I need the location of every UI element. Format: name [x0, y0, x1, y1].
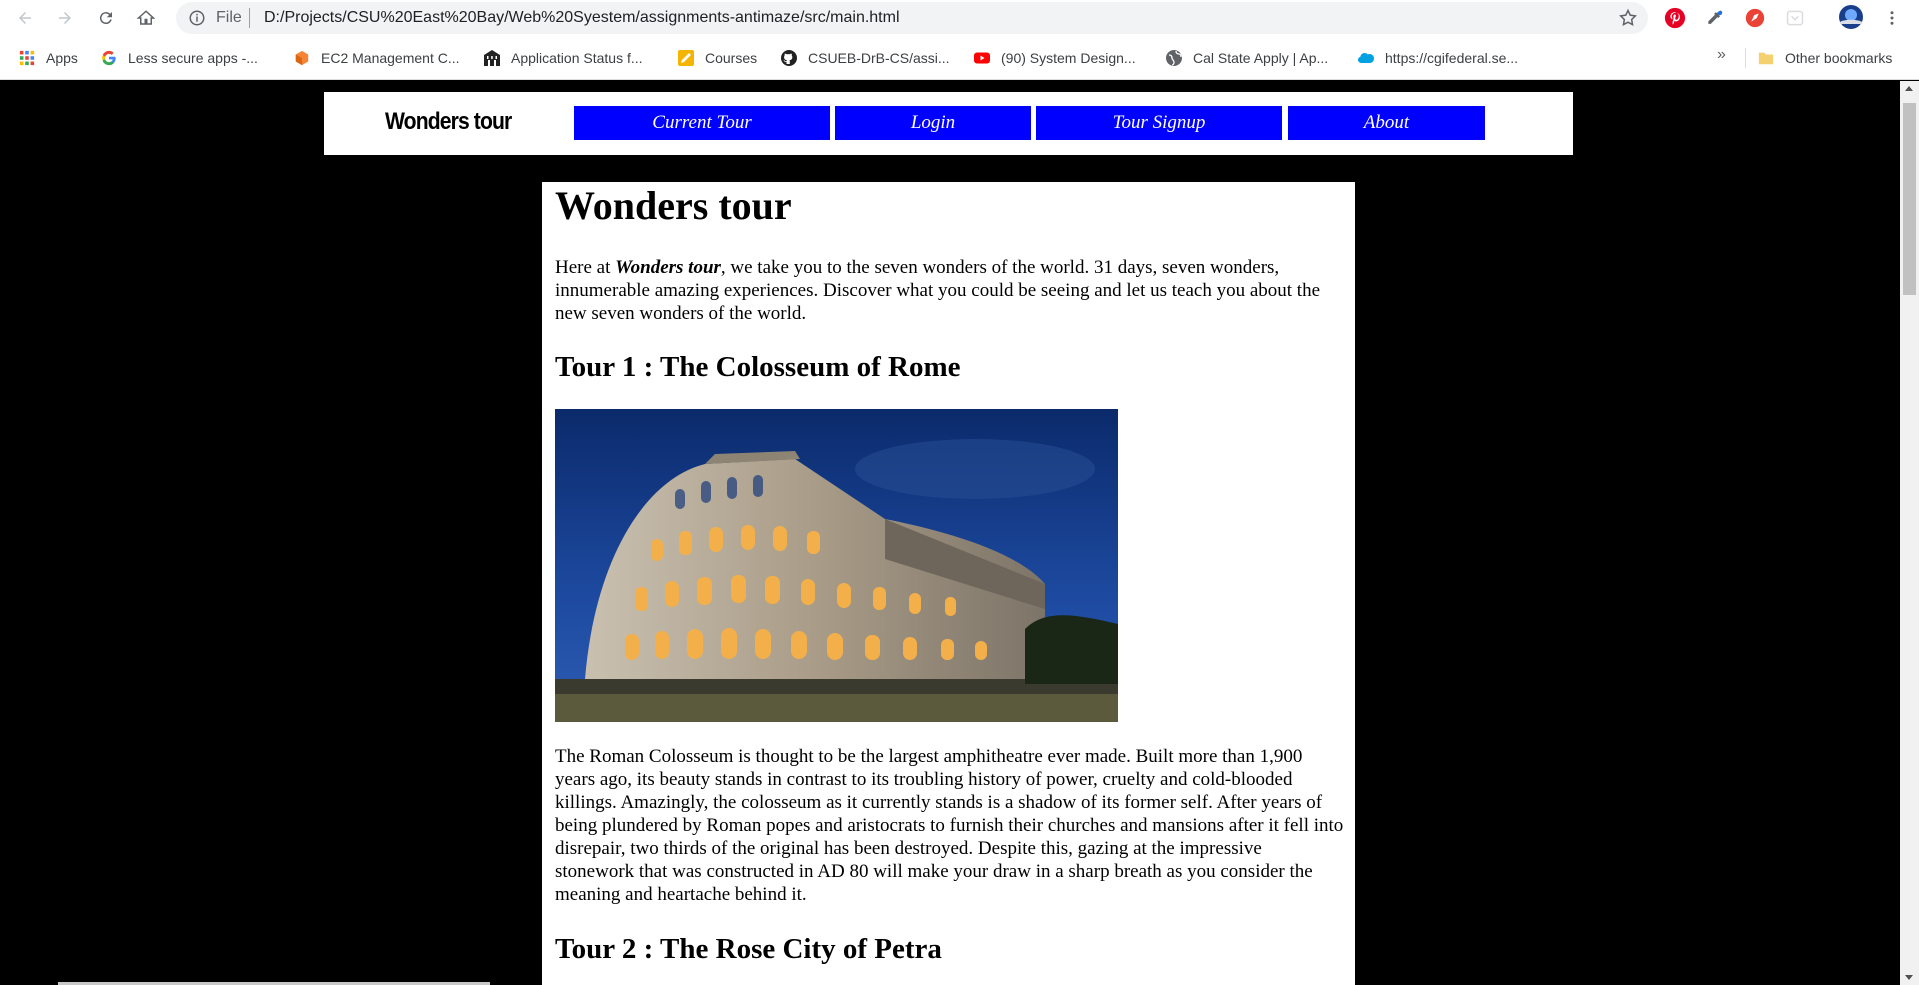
scroll-down-arrow-icon[interactable] [1905, 975, 1913, 980]
bookmark-label: Other bookmarks [1785, 50, 1893, 66]
page-title: Wonders tour [555, 183, 792, 228]
main-content: Wonders tour Here at Wonders tour, we ta… [542, 182, 1355, 985]
intro-paragraph: Here at Wonders tour, we take you to the… [555, 256, 1345, 325]
reload-icon [99, 12, 112, 25]
omnibox-divider [249, 8, 250, 28]
bookmark-label: Apps [46, 50, 78, 66]
color-picker-extension[interactable] [1703, 6, 1727, 30]
back-button[interactable] [12, 5, 38, 31]
red-extension[interactable] [1743, 6, 1767, 30]
forward-button[interactable] [52, 5, 78, 31]
scrollbar-thumb[interactable] [1903, 103, 1916, 295]
profile-avatar[interactable] [1838, 4, 1864, 30]
bookmark-label: Less secure apps -... [128, 50, 258, 66]
bookmark-less-secure-apps[interactable]: Less secure apps -... [100, 47, 258, 69]
globe-icon [1165, 49, 1183, 67]
salesforce-cloud-icon [1357, 49, 1375, 67]
url-text[interactable]: D:/Projects/CSU%20East%20Bay/Web%20Syest… [264, 9, 900, 27]
browser-menu-button[interactable] [1880, 6, 1904, 30]
site-logo[interactable]: Wonders tour [385, 108, 512, 136]
bookmarks-divider [1745, 48, 1746, 68]
bookmark-label: Cal State Apply | Ap... [1193, 50, 1329, 66]
google-icon [100, 49, 118, 67]
bookmark-label: CSUEB-DrB-CS/assi... [808, 50, 950, 66]
page-viewport: Wonders tour Current Tour Login Tour Sig… [0, 81, 1900, 985]
bookmark-star-icon[interactable] [1618, 8, 1638, 28]
folder-icon [1757, 49, 1775, 67]
back-arrow-icon [19, 12, 31, 24]
bookmark-apps[interactable]: Apps [18, 47, 78, 69]
bookmark-label: Application Status f... [511, 50, 643, 66]
intro-emphasis: Wonders tour [615, 257, 721, 278]
bookmarks-bar: Apps Less secure apps -... EC2 Managemen… [0, 36, 1919, 80]
github-icon [780, 49, 798, 67]
home-button[interactable] [133, 5, 159, 31]
other-bookmarks-folder[interactable]: Other bookmarks [1757, 47, 1892, 69]
bookmark-application-status[interactable]: Application Status f... [483, 47, 643, 69]
more-bookmarks-chevron[interactable]: » [1717, 46, 1726, 64]
vertical-scrollbar[interactable] [1900, 81, 1919, 985]
scroll-up-arrow-icon[interactable] [1905, 86, 1913, 91]
forward-arrow-icon [59, 12, 71, 24]
colosseum-photo [555, 409, 1118, 722]
bookmark-cgifederal[interactable]: https://cgifederal.se... [1357, 47, 1518, 69]
bookmark-label: EC2 Management C... [321, 50, 460, 66]
apps-grid-icon [18, 49, 36, 67]
bookmark-cal-state-apply[interactable]: Cal State Apply | Ap... [1165, 47, 1328, 69]
building-icon [483, 49, 501, 67]
pocket-extension[interactable] [1783, 6, 1807, 30]
avatar-icon [1839, 5, 1863, 29]
pinterest-icon [1664, 7, 1686, 29]
nav-current-tour[interactable]: Current Tour [574, 106, 830, 140]
info-icon[interactable] [188, 9, 206, 27]
bookmark-github-repo[interactable]: CSUEB-DrB-CS/assi... [780, 47, 950, 69]
site-navbar: Wonders tour Current Tour Login Tour Sig… [324, 92, 1573, 155]
intro-prefix: Here at [555, 257, 616, 278]
bookmark-system-design[interactable]: (90) System Design... [973, 47, 1136, 69]
bookmark-label: Courses [705, 50, 758, 66]
tour1-heading: Tour 1 : The Colosseum of Rome [555, 351, 961, 383]
pinterest-extension[interactable] [1663, 6, 1687, 30]
nav-about[interactable]: About [1288, 106, 1485, 140]
bookmark-label: https://cgifederal.se... [1385, 50, 1519, 66]
pocket-icon [1786, 10, 1804, 26]
reload-button[interactable] [93, 5, 119, 31]
rocket-badge-icon [1745, 8, 1765, 28]
nav-login[interactable]: Login [835, 106, 1031, 140]
home-icon [137, 10, 155, 25]
eyedropper-icon [1708, 10, 1723, 24]
browser-toolbar: File D:/Projects/CSU%20East%20Bay/Web%20… [0, 0, 1919, 36]
tour1-description: The Roman Colosseum is thought to be the… [555, 746, 1344, 905]
address-bar[interactable]: File D:/Projects/CSU%20East%20Bay/Web%20… [176, 2, 1648, 34]
tour2-heading: Tour 2 : The Rose City of Petra [555, 933, 942, 965]
scheme-label: File [216, 9, 242, 26]
nav-tour-signup[interactable]: Tour Signup [1036, 106, 1282, 140]
pencil-icon [677, 49, 695, 67]
youtube-icon [973, 49, 991, 67]
bookmark-ec2-management[interactable]: EC2 Management C... [293, 47, 460, 69]
bookmark-courses[interactable]: Courses [677, 47, 757, 69]
aws-cube-icon [293, 49, 311, 67]
bookmark-label: (90) System Design... [1001, 50, 1136, 66]
kebab-menu-icon [1890, 11, 1894, 25]
